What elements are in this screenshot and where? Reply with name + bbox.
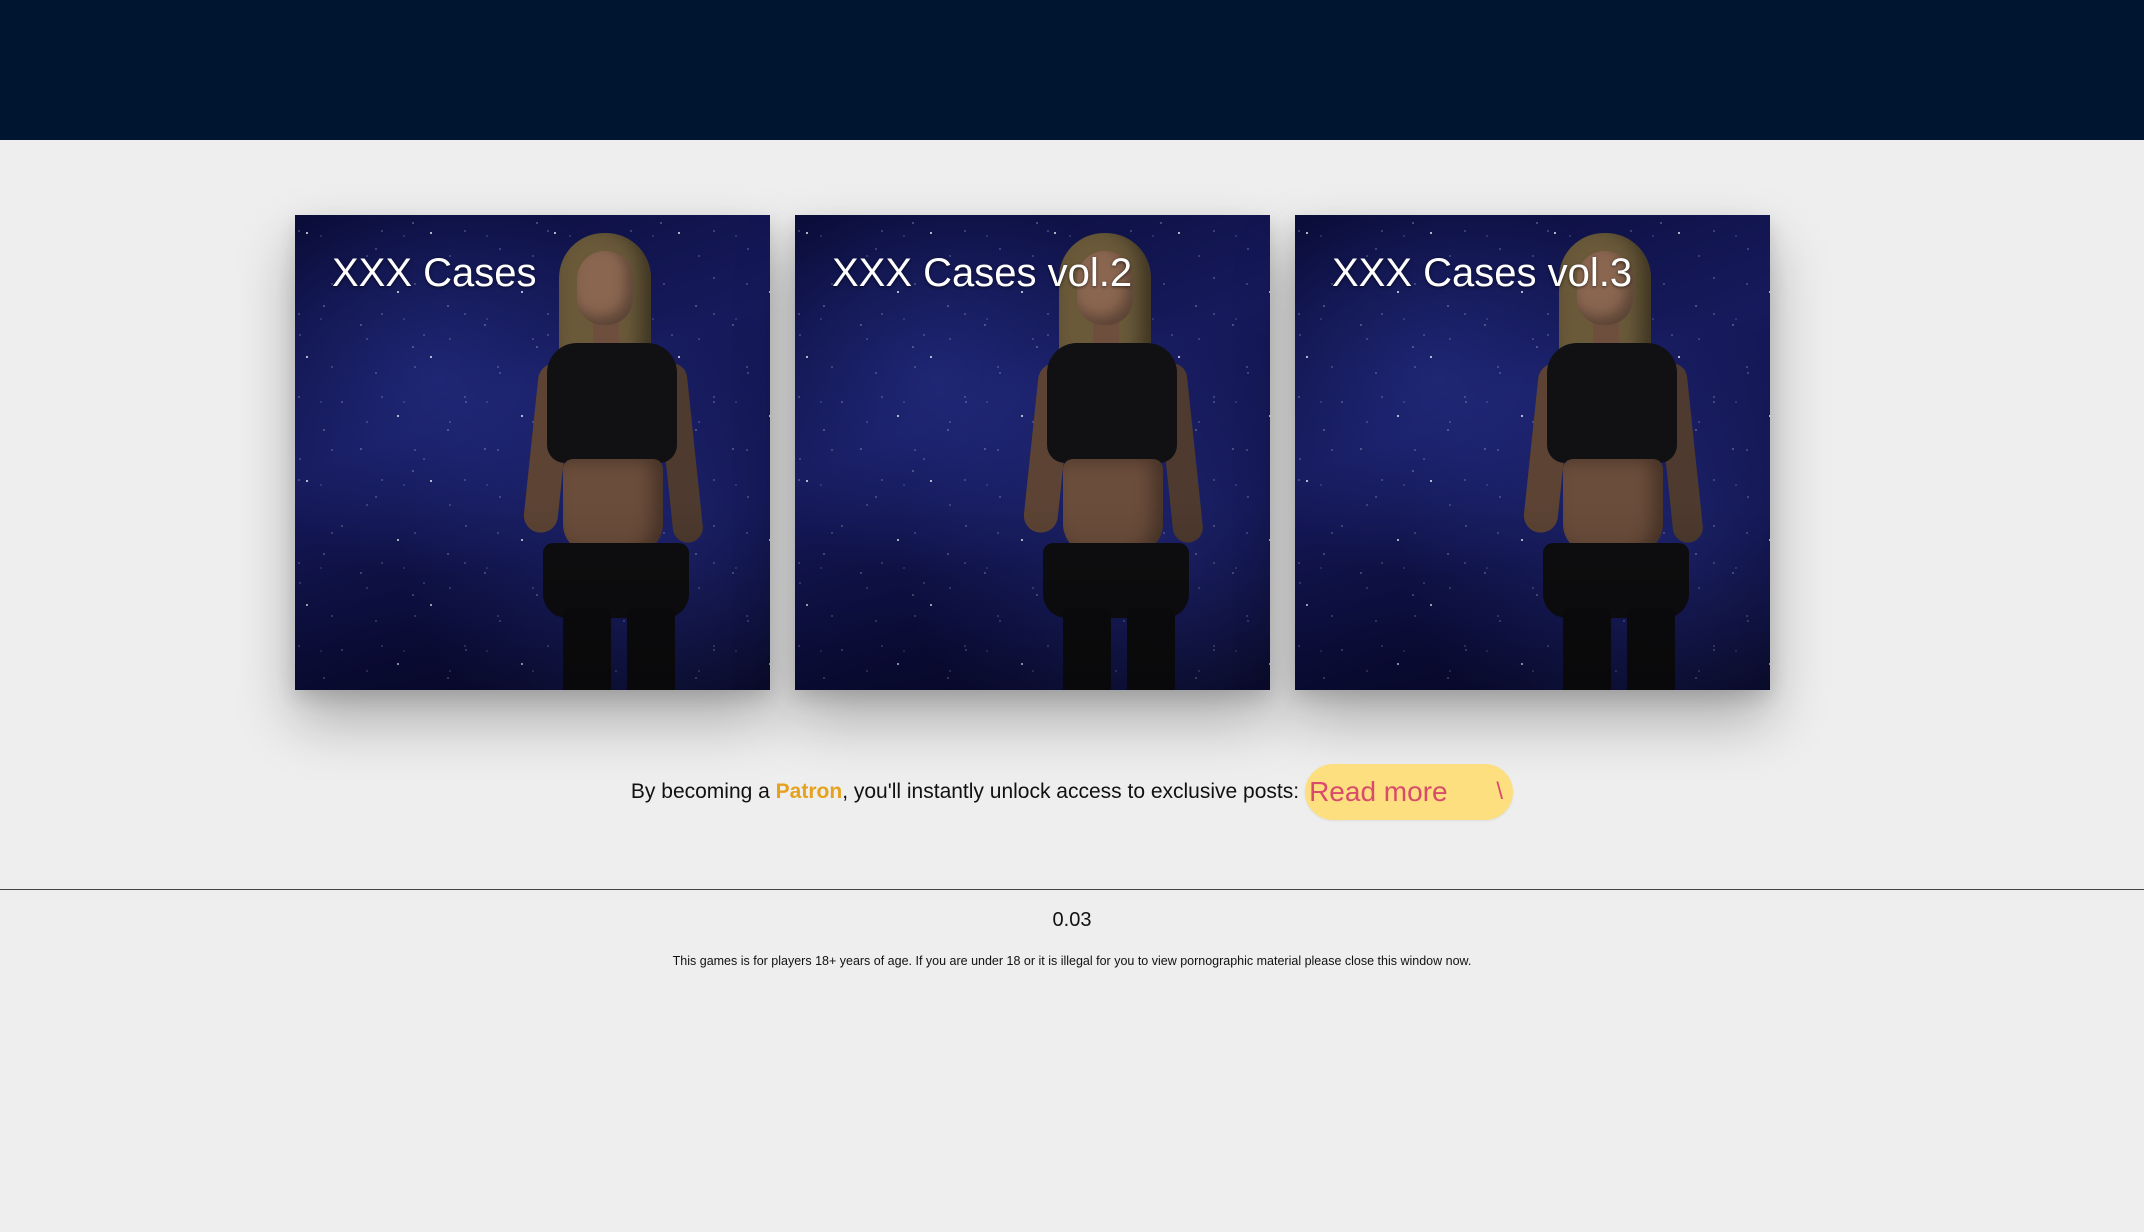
read-more-label: Read more xyxy=(1309,776,1448,807)
footer-divider xyxy=(0,889,2144,890)
read-more-button[interactable]: Read more \ xyxy=(1305,764,1514,820)
game-card-title: XXX Cases vol.3 xyxy=(1332,251,1633,295)
game-card-list: XXX Cases XXX Cases vol.2 XXX Cases vol.… xyxy=(295,215,1770,690)
game-card-title: XXX Cases xyxy=(332,251,537,295)
read-more-arrow-icon: \ xyxy=(1496,778,1504,805)
top-header-bar xyxy=(0,0,2144,140)
game-card[interactable]: XXX Cases vol.2 xyxy=(795,215,1270,690)
promo-text-before: By becoming a xyxy=(630,780,776,803)
patron-link[interactable]: Patron xyxy=(776,780,843,804)
version-label: 0.03 xyxy=(1052,909,1092,931)
game-card[interactable]: XXX Cases vol.3 xyxy=(1295,215,1770,690)
age-disclaimer: This games is for players 18+ years of a… xyxy=(672,954,1472,968)
game-card[interactable]: XXX Cases xyxy=(295,215,770,690)
promo-text-after: , you'll instantly unlock access to excl… xyxy=(842,780,1300,803)
game-card-title: XXX Cases vol.2 xyxy=(832,251,1133,295)
patron-promo: By becoming a Patron , you'll instantly … xyxy=(0,762,2144,822)
